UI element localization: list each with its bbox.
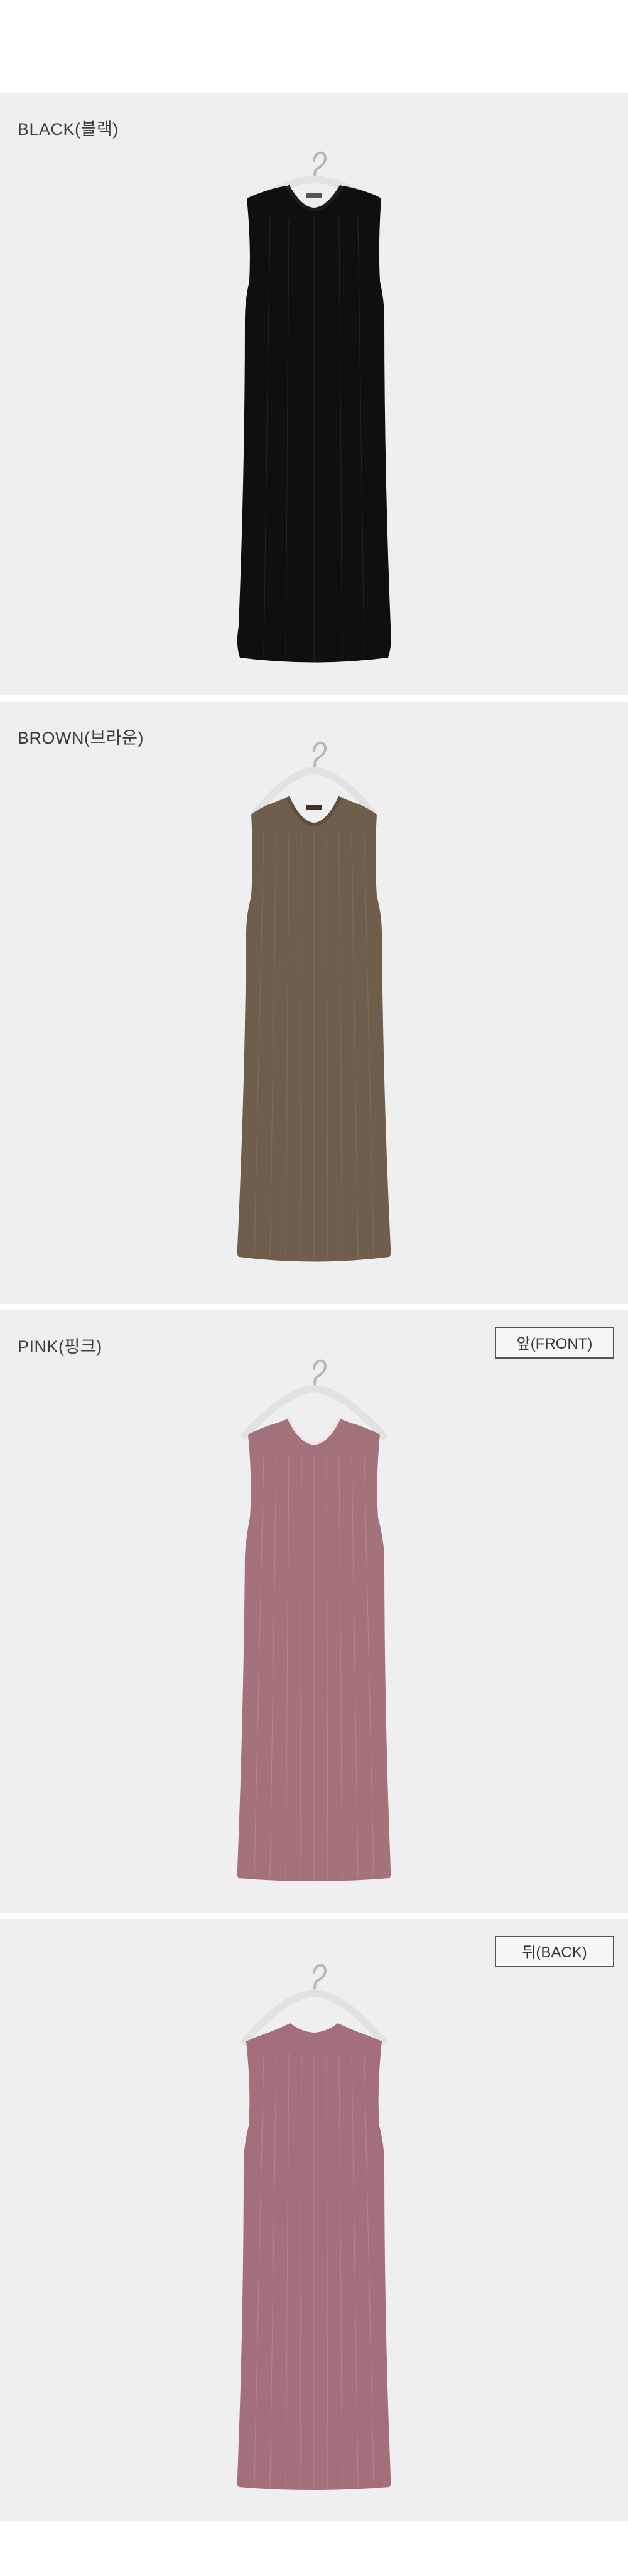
dress-photo (237, 151, 391, 663)
color-panel-pink-front: PINK(핑크) 앞(FRONT) (0, 1310, 628, 1913)
dress-photo (237, 741, 391, 1262)
dress-photo (237, 1359, 391, 1881)
color-panel-black: BLACK(블랙) (0, 93, 628, 695)
hanger (241, 1359, 387, 1440)
dress-photo (237, 1964, 391, 2490)
color-panel-pink-back: 뒤(BACK) (0, 1919, 628, 2521)
color-panel-brown: BROWN(브라운) (0, 702, 628, 1304)
hanger (241, 1964, 387, 2045)
